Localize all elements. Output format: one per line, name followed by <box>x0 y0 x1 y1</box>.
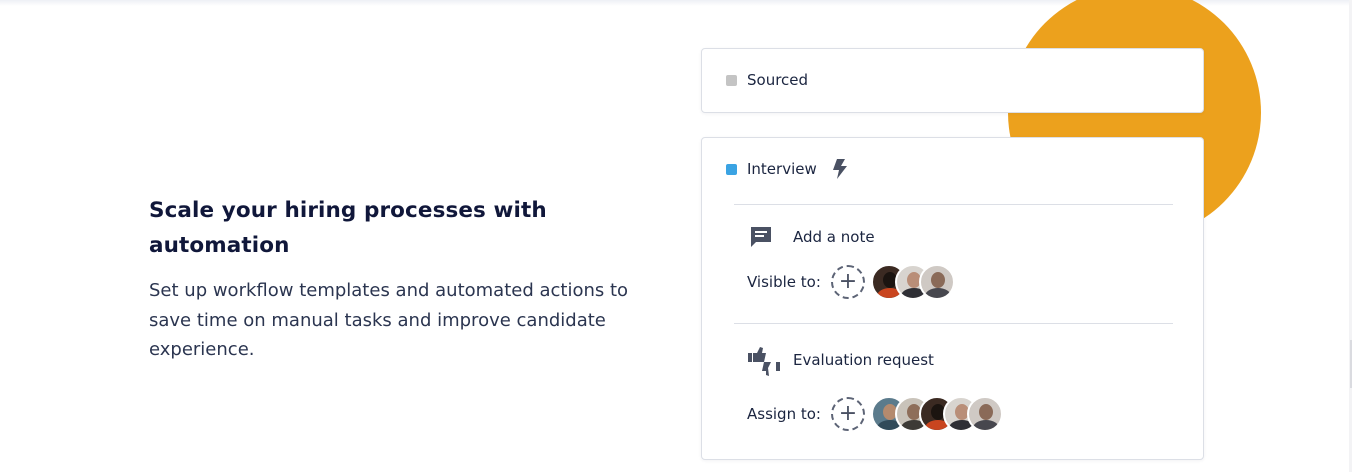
stage-color-square <box>726 163 737 175</box>
avatar[interactable] <box>919 264 955 300</box>
assign-to-row: Assign to: + <box>747 396 1003 432</box>
plus-icon: + <box>838 401 858 426</box>
divider <box>734 204 1173 205</box>
stage-color-square <box>726 74 737 86</box>
add-person-button[interactable]: + <box>831 397 865 431</box>
lightning-bolt-icon[interactable] <box>831 158 849 180</box>
feature-heading: Scale your hiring processes with automat… <box>149 198 547 258</box>
avatar-group <box>871 396 1003 432</box>
thumbs-up-down-icon <box>748 347 780 376</box>
add-person-button[interactable]: + <box>831 265 865 299</box>
action-label: Evaluation request <box>793 351 934 369</box>
avatar-group <box>871 264 955 300</box>
stage-label: Interview <box>747 160 817 178</box>
stage-label: Sourced <box>747 71 809 89</box>
avatar[interactable] <box>967 396 1003 432</box>
divider <box>734 323 1173 324</box>
visible-to-label: Visible to: <box>747 273 821 291</box>
action-add-note[interactable]: Add a note <box>748 224 875 250</box>
comment-icon <box>748 224 774 250</box>
feature-copy: Scale your hiring processes with automat… <box>149 193 649 365</box>
stage-card-interview[interactable]: Interview Add a note Visible to: + Evalu… <box>701 137 1204 460</box>
action-label: Add a note <box>793 228 875 246</box>
visible-to-row: Visible to: + <box>747 264 955 300</box>
stage-card-sourced[interactable]: Sourced <box>701 48 1204 113</box>
stage-header-sourced: Sourced <box>726 71 808 89</box>
stage-header-interview: Interview <box>726 158 849 180</box>
assign-to-label: Assign to: <box>747 405 821 423</box>
feature-description: Set up workflow templates and automated … <box>149 280 629 360</box>
action-evaluation-request[interactable]: Evaluation request <box>748 347 934 376</box>
plus-icon: + <box>838 269 858 294</box>
